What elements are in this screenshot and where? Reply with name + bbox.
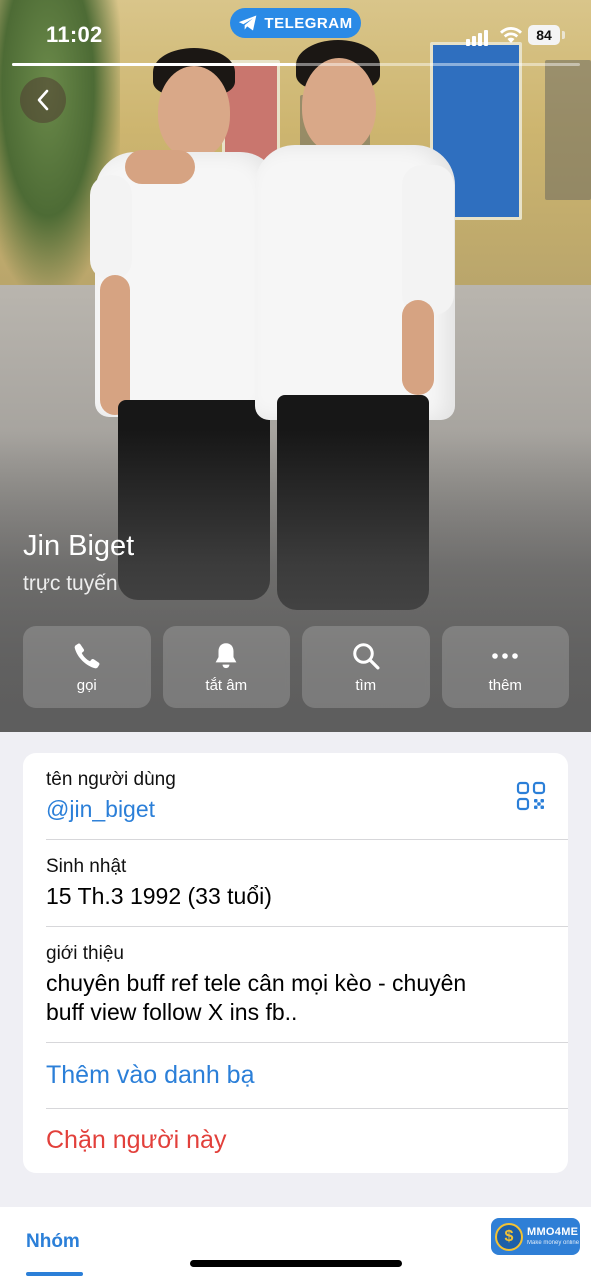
watermark-text: MMO4ME: [527, 1226, 579, 1238]
bio-line-1: chuyên buff ref tele cân mọi kèo - chuyê…: [46, 970, 467, 996]
tab-active-indicator: [26, 1272, 83, 1276]
photo-window: [545, 60, 591, 200]
search-icon: [353, 642, 380, 669]
status-bar: 11:02 TELEGRAM 84: [0, 0, 591, 66]
cellular-signal-icon: [466, 28, 490, 46]
profile-actions: gọi tắt âm tìm thêm: [23, 626, 569, 708]
add-contact-row[interactable]: Thêm vào danh bạ: [23, 1043, 568, 1108]
watermark-subtext: Make money online: [527, 1240, 580, 1246]
phone-icon: [74, 643, 100, 668]
wifi-icon: [500, 26, 522, 43]
birthday-row: Sinh nhật 15 Th.3 1992 (33 tuổi): [23, 840, 568, 926]
add-contact-button[interactable]: Thêm vào danh bạ: [46, 1061, 254, 1090]
mute-label: tắt âm: [205, 676, 248, 694]
back-button[interactable]: [20, 77, 66, 123]
more-label: thêm: [488, 676, 522, 694]
telegram-icon: [239, 15, 257, 31]
birthday-value: 15 Th.3 1992 (33 tuổi): [46, 883, 272, 909]
profile-presence: trực tuyến: [23, 572, 118, 595]
chevron-left-icon: [37, 89, 49, 111]
mmo4me-watermark: $ MMO4ME Make money online: [491, 1218, 580, 1255]
profile-photo[interactable]: [0, 0, 591, 732]
qr-code-icon[interactable]: [516, 781, 546, 811]
username-label: tên người dùng: [46, 769, 176, 790]
more-button[interactable]: thêm: [441, 626, 569, 708]
telegram-pill[interactable]: TELEGRAM: [230, 8, 361, 38]
status-time: 11:02: [46, 22, 103, 47]
block-row[interactable]: Chặn người này: [23, 1109, 568, 1173]
search-label: tìm: [355, 676, 377, 694]
bell-icon: [215, 642, 237, 668]
battery-indicator: 84: [528, 25, 560, 45]
profile-info-card: tên người dùng @jin_biget Sinh nhật 15 T…: [23, 753, 568, 1173]
tab-groups[interactable]: Nhóm: [26, 1231, 80, 1253]
search-button[interactable]: tìm: [302, 626, 430, 708]
birthday-label: Sinh nhật: [46, 856, 127, 877]
telegram-pill-label: TELEGRAM: [264, 14, 353, 32]
profile-name: Jin Biget: [23, 530, 135, 562]
call-label: gọi: [76, 676, 97, 694]
bio-label: giới thiệu: [46, 943, 124, 964]
home-indicator: [190, 1260, 402, 1267]
username-value[interactable]: @jin_biget: [46, 796, 155, 823]
block-user-button[interactable]: Chặn người này: [46, 1126, 226, 1155]
bio-line-2: buff view follow X ins fb..: [46, 999, 298, 1025]
more-icon: [492, 652, 519, 659]
battery-tip: [562, 31, 565, 39]
story-progress-fill: [12, 63, 296, 66]
bio-row: giới thiệu chuyên buff ref tele cân mọi …: [23, 927, 568, 1042]
call-button[interactable]: gọi: [23, 626, 151, 708]
mute-button[interactable]: tắt âm: [162, 626, 290, 708]
username-row[interactable]: tên người dùng @jin_biget: [23, 753, 568, 839]
dollar-coin-icon: $: [495, 1222, 523, 1251]
